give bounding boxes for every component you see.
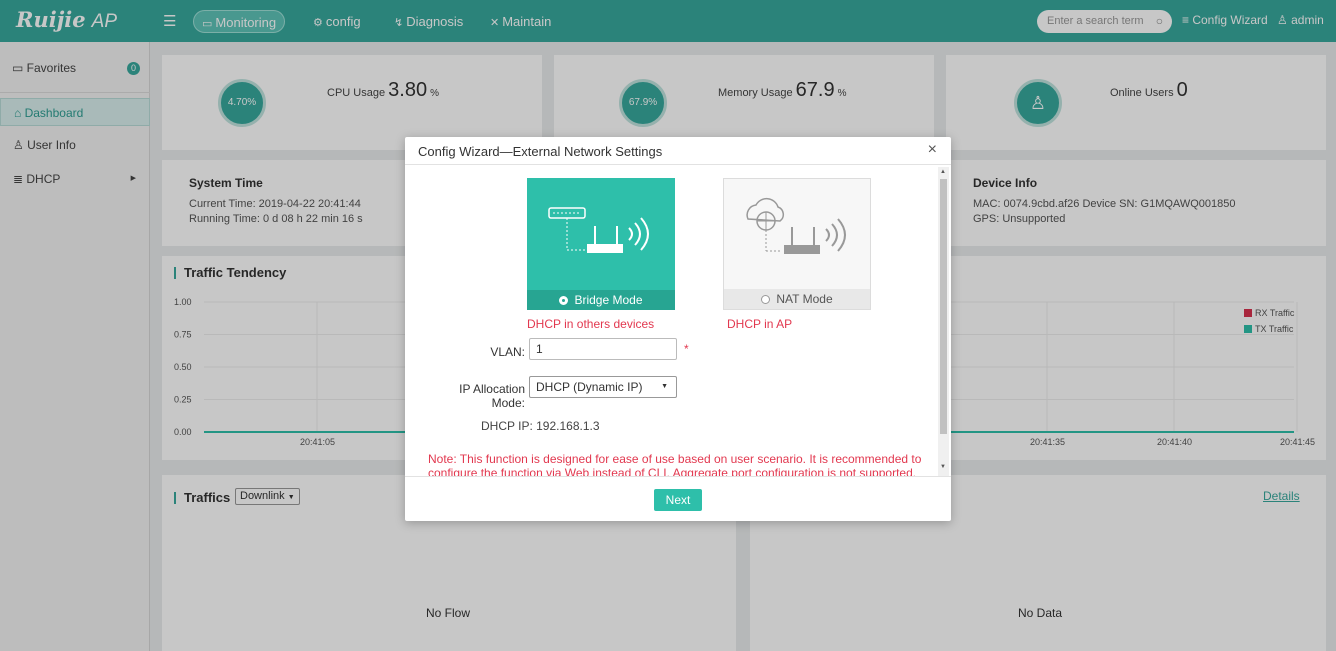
config-wizard-dialog: Config Wizard—External Network Settings …	[405, 137, 951, 521]
dialog-body: Bridge Mode DHCP in others devices NAT M…	[405, 167, 951, 476]
nat-mode-illustration	[746, 197, 846, 254]
bridge-mode-illustration	[548, 207, 649, 253]
nat-mode-label[interactable]: NAT Mode	[724, 289, 870, 309]
dialog-header: Config Wizard—External Network Settings …	[405, 137, 951, 165]
nat-mode-option[interactable]: NAT Mode	[723, 178, 871, 310]
next-button[interactable]: Next	[654, 489, 702, 511]
bridge-mode-option[interactable]: Bridge Mode	[527, 178, 675, 310]
bridge-mode-label[interactable]: Bridge Mode	[527, 290, 675, 310]
dialog-footer: Next	[405, 476, 951, 521]
dialog-scrollbar[interactable]: ▲ ▼	[938, 167, 949, 476]
wizard-note: Note: This function is designed for ease…	[428, 452, 922, 476]
vlan-input[interactable]: 1	[529, 338, 677, 360]
ip-allocation-mode-select[interactable]: DHCP (Dynamic IP) ▼	[529, 376, 677, 398]
scroll-up-icon[interactable]: ▲	[940, 169, 946, 175]
dialog-title: Config Wizard—External Network Settings	[418, 144, 663, 159]
bridge-mode-radio[interactable]	[559, 296, 569, 305]
close-icon[interactable]: ×	[928, 141, 937, 159]
bridge-mode-description: DHCP in others devices	[527, 317, 655, 331]
nat-mode-radio[interactable]	[761, 295, 771, 304]
caret-down-icon: ▼	[661, 383, 668, 390]
ip-allocation-mode-label: IP Allocation Mode:	[459, 382, 525, 410]
scroll-thumb[interactable]	[940, 179, 947, 434]
nat-mode-description: DHCP in AP	[727, 317, 793, 331]
vlan-label: VLAN:	[490, 345, 525, 359]
dhcp-ip-text: DHCP IP: 192.168.1.3	[481, 419, 600, 433]
required-asterisk: *	[684, 342, 689, 356]
scroll-down-icon[interactable]: ▼	[940, 464, 946, 470]
